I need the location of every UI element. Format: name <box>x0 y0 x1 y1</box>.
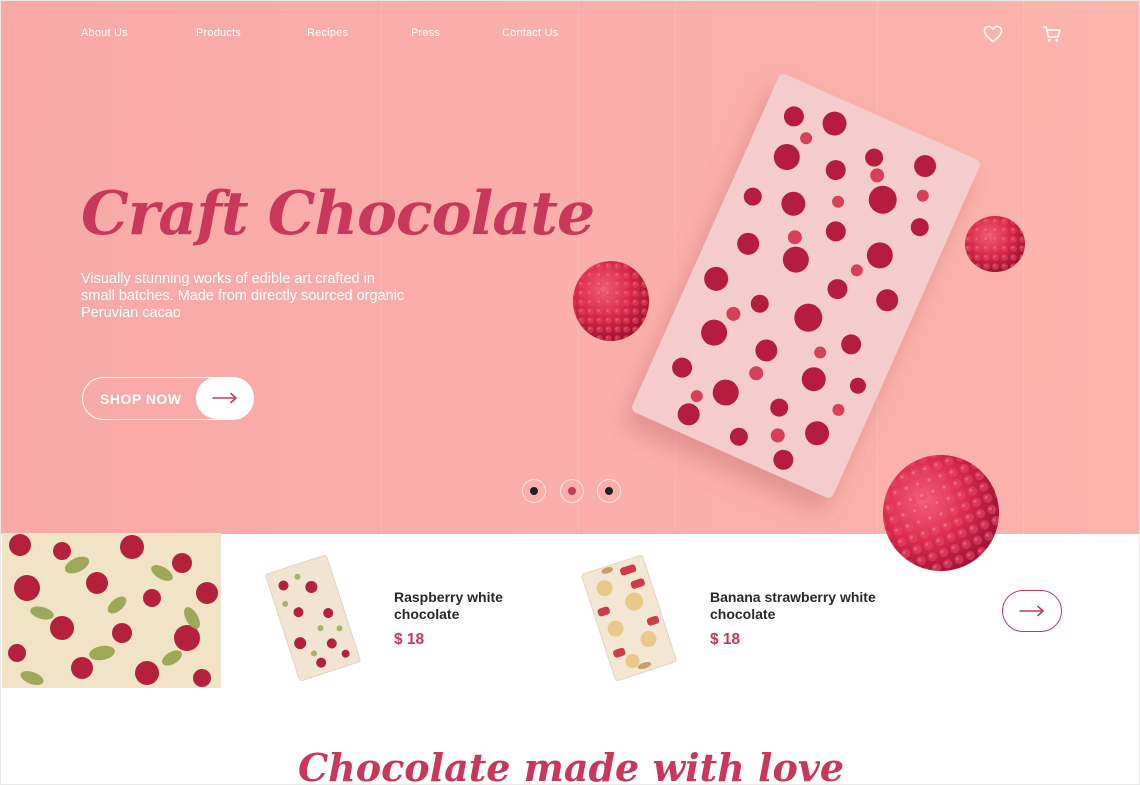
arrow-right-icon <box>1019 605 1044 617</box>
raspberry-image <box>883 455 999 571</box>
product-name[interactable]: Raspberry white chocolate <box>394 589 564 623</box>
product-name[interactable]: Banana strawberry white chocolate <box>710 589 880 623</box>
product-price: $ 18 <box>710 631 741 648</box>
raspberry-left <box>573 261 649 341</box>
section-heading: Chocolate made with love <box>297 745 845 785</box>
product-image-banana-strawberry-bar[interactable] <box>579 553 679 683</box>
product-image-raspberry-bar[interactable] <box>263 553 363 683</box>
nuts-and-berries-image <box>2 533 221 688</box>
page: About Us Products Recipes Press Contact … <box>0 0 1140 785</box>
product-price: $ 18 <box>394 631 425 648</box>
carousel-next-button[interactable] <box>1002 590 1062 632</box>
